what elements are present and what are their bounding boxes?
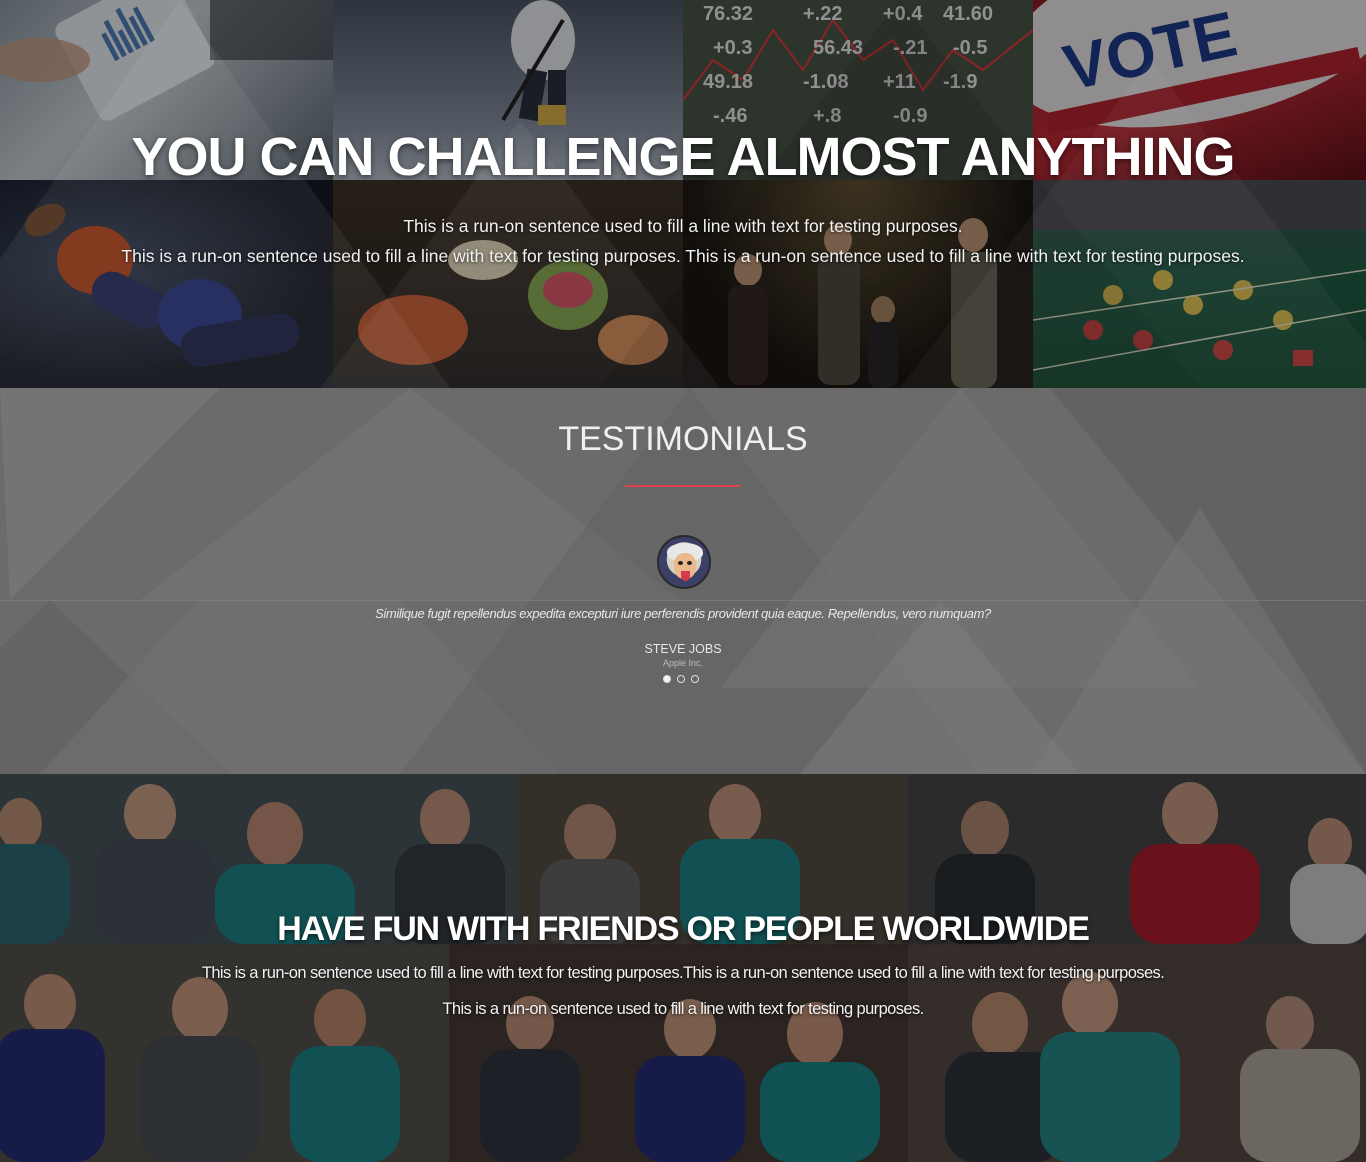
friends-text-line-1: This is a run-on sentence used to fill a…: [201, 964, 1165, 982]
hero-text-line-2: This is a run-on sentence used to fill a…: [121, 246, 1245, 266]
hero-triangle-overlay: [0, 0, 1366, 388]
testimonial-quote: Similique fugit repellendus expedita exc…: [375, 606, 991, 621]
friends-title: HAVE FUN WITH FRIENDS OR PEOPLE WORLDWID…: [277, 910, 1090, 948]
carousel-dot-1[interactable]: [663, 675, 671, 683]
testimonials-section: TESTIMONIALS Similique fugit repellendus…: [0, 388, 1366, 774]
testimonial-author: STEVE JOBS: [644, 642, 722, 656]
carousel-dots: [663, 675, 699, 683]
avatar: [657, 535, 711, 589]
testimonials-title: TESTIMONIALS: [558, 420, 808, 458]
carousel-dot-2[interactable]: [677, 675, 685, 683]
friends-section: HAVE FUN WITH FRIENDS OR PEOPLE WORLDWID…: [0, 774, 1366, 1162]
testimonial-company: Apple Inc.: [662, 658, 704, 668]
hero-section: 76.32 +.22 +0.4 41.60 +0.3 56.43 -.21 -0.5 49.18…: [0, 0, 1366, 388]
friends-text-line-2: This is a run-on sentence used to fill a…: [442, 1000, 924, 1018]
testimonials-divider: [625, 485, 740, 487]
carousel-dot-3[interactable]: [691, 675, 699, 683]
hero-text-line-1: This is a run-on sentence used to fill a…: [403, 216, 963, 236]
hero-title: YOU CAN CHALLENGE ALMOST ANYTHING: [131, 127, 1236, 187]
